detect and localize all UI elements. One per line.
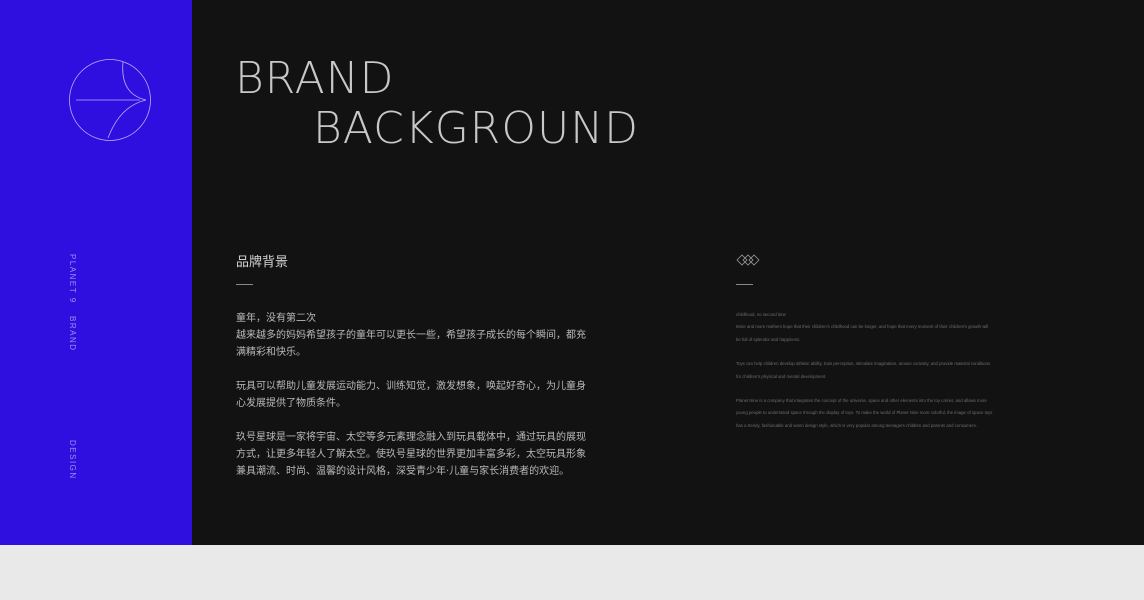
english-divider (736, 284, 753, 285)
chinese-divider (236, 284, 253, 285)
english-text: More and more mothers hope that their ch… (736, 324, 989, 342)
sidebar-label-brand: BRAND (68, 316, 77, 352)
chinese-paragraph: 玩具可以帮助儿童发展运动能力、训练知觉，激发想象，唤起好奇心，为儿童身心发展提供… (236, 381, 586, 409)
page-title: BRAND BACKGROUND (235, 54, 639, 154)
chinese-body: 童年，没有第二次 越来越多的妈妈希望孩子的童年可以更长一些，希望孩子成长的每个瞬… (236, 310, 592, 497)
chinese-section-title: 品牌背景 (236, 255, 289, 270)
title-line-brand: BRAND (235, 53, 395, 104)
brand-slide: PLANET 9 BRAND DESIGN BRAND BACKGROUND 品… (0, 0, 1144, 545)
english-paragraph: Planet Nine is a company that integrates… (736, 398, 993, 428)
sidebar-label-planet: PLANET 9 (68, 254, 77, 304)
chinese-paragraph: 玖号星球是一家将宇宙、太空等多元素理念融入到玩具载体中，通过玩具的展现方式，让更… (236, 432, 586, 477)
diamond-ornament-icon (736, 252, 760, 268)
chinese-tagline: 童年，没有第二次 (236, 313, 316, 324)
english-body: childhood, no second time More and more … (736, 309, 994, 444)
english-paragraph: Toys can help children develop athletic … (736, 361, 991, 379)
chinese-paragraph: 童年，没有第二次 越来越多的妈妈希望孩子的童年可以更长一些，希望孩子成长的每个瞬… (236, 310, 592, 361)
sidebar-panel: PLANET 9 BRAND DESIGN (0, 0, 192, 545)
chinese-text: 越来越多的妈妈希望孩子的童年可以更长一些，希望孩子成长的每个瞬间，都充满精彩和快… (236, 330, 586, 358)
english-paragraph: childhood, no second time More and more … (736, 309, 994, 346)
circle-arrow-logo-icon (68, 58, 152, 142)
sidebar-label-design: DESIGN (68, 440, 77, 480)
title-line-background: BACKGROUND (313, 103, 640, 154)
english-tagline: childhood, no second time (736, 312, 786, 317)
